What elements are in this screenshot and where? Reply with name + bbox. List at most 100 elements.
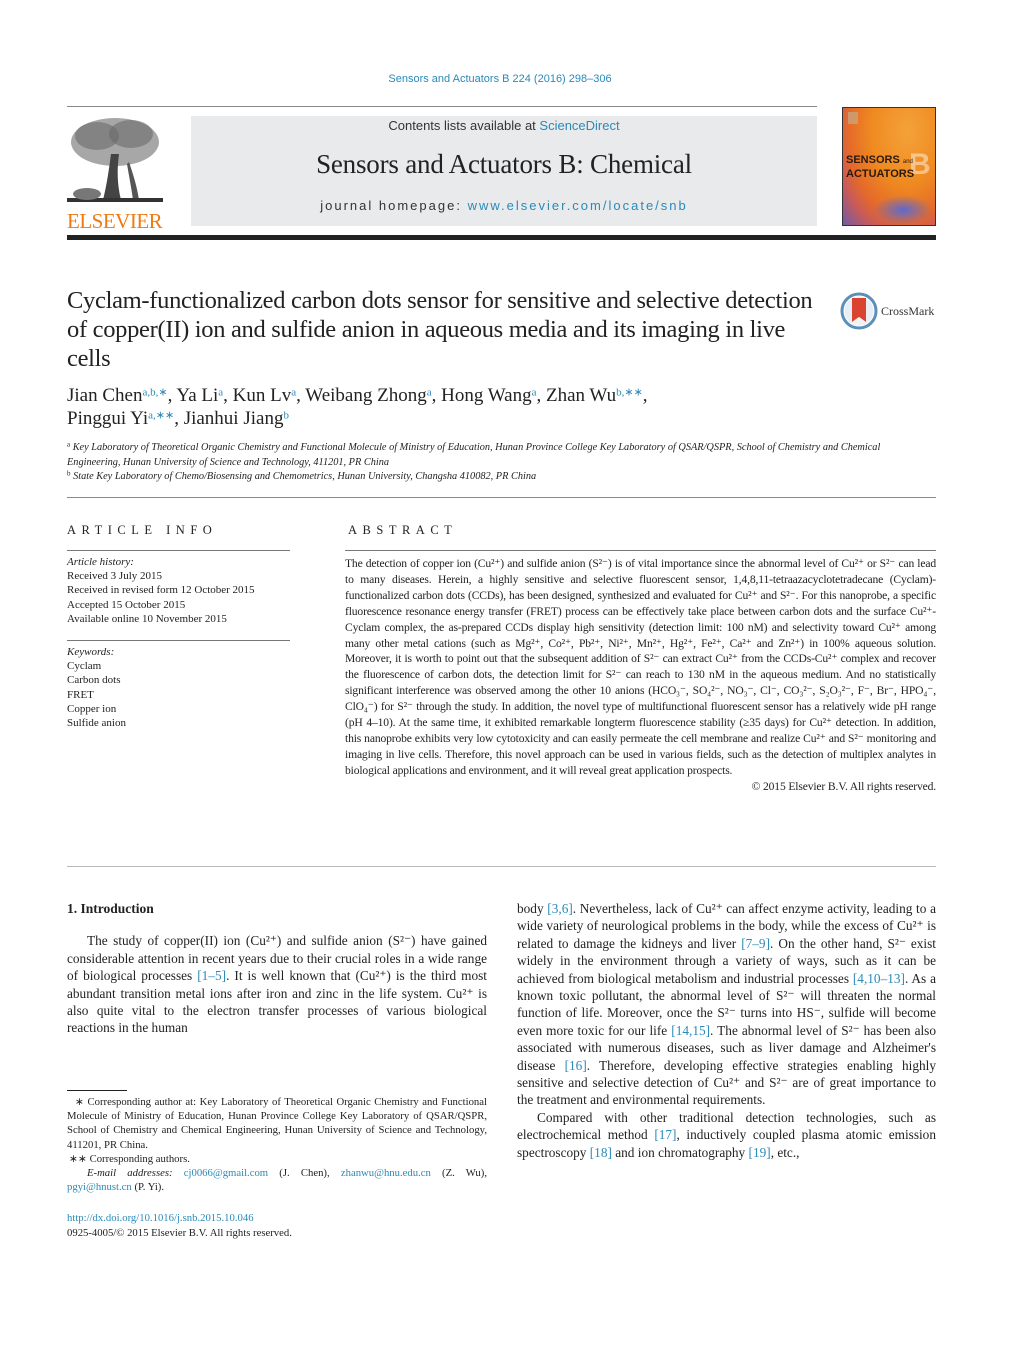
contents-prefix: Contents lists available at [388, 118, 540, 133]
keyword: Cyclam [67, 660, 102, 673]
cover-elsevier-icon [848, 112, 858, 124]
abstract-text: The detection of copper ion (Cu²⁺) and s… [345, 557, 936, 777]
keyword: Sulfide anion [67, 717, 126, 730]
email-label: E-mail addresses: [87, 1167, 184, 1180]
header-thick-rule [67, 235, 936, 240]
email-owner: (P. Yi). [131, 1181, 165, 1194]
journal-reference-link[interactable]: Sensors and Actuators B 224 (2016) 298–3… [0, 73, 1000, 85]
keyword: Carbon dots [67, 674, 121, 687]
article-history-label: Article history: [67, 556, 134, 568]
email-owner: (J. Chen), [268, 1167, 341, 1180]
journal-homepage-link[interactable]: www.elsevier.com/locate/snb [468, 198, 688, 213]
author-affiliation-mark[interactable]: a,∗∗ [148, 410, 174, 422]
cover-line2: ACTUATORS [846, 168, 915, 180]
cover-title: SENSORS and ACTUATORS [846, 154, 914, 180]
email-owner: (Z. Wu), [430, 1167, 488, 1180]
citation-link[interactable]: [1–5] [197, 968, 226, 983]
affiliation-text: Key Laboratory of Theoretical Organic Ch… [67, 442, 881, 468]
author-name[interactable]: Kun Lv [233, 385, 292, 406]
cover-line1: SENSORS [846, 154, 900, 166]
citation-link[interactable]: [7–9] [741, 936, 770, 951]
email-link-chen[interactable]: cj0066@gmail.com [184, 1167, 268, 1179]
homepage-prefix: journal homepage: [320, 198, 468, 213]
author-affiliation-mark[interactable]: a [291, 387, 296, 399]
author-name[interactable]: Jian Chen [67, 385, 142, 406]
citation-link[interactable]: [18] [590, 1145, 612, 1160]
keywords-label: Keywords: [67, 646, 115, 658]
intro-paragraph: The study of copper(II) ion (Cu²⁺) and s… [67, 932, 487, 1036]
abstract-rule [345, 550, 936, 551]
corresponding-authors-note: ∗∗ Corresponding authors. [69, 1152, 190, 1165]
introduction-heading: 1. Introduction [67, 901, 154, 916]
citation-link[interactable]: [14,15] [671, 1023, 710, 1038]
email-addresses: E-mail addresses: cj0066@gmail.com (J. C… [67, 1166, 487, 1194]
author-affiliation-mark[interactable]: a [427, 387, 432, 399]
author-affiliation-mark[interactable]: a [532, 387, 537, 399]
author-name[interactable]: Hong Wang [441, 385, 531, 406]
footnotes: ∗ Corresponding author at: Key Laborator… [67, 1095, 487, 1194]
article-history: Article history: Received 3 July 2015 Re… [67, 555, 297, 626]
author-affiliation-mark[interactable]: b,∗∗ [616, 387, 643, 399]
keywords: Keywords: Cyclam Carbon dots FRET Copper… [67, 645, 297, 730]
crossmark-icon [840, 292, 878, 330]
author-list: Jian Chena,b,∗, Ya Lia, Kun Lva, Weibang… [67, 385, 648, 429]
article-info-rule [67, 550, 290, 551]
citation-link[interactable]: [19] [749, 1145, 771, 1160]
article-title: Cyclam-functionalized carbon dots sensor… [67, 287, 813, 372]
intro-paragraph: body [3,6]. Nevertheless, lack of Cu²⁺ c… [517, 900, 936, 1109]
abstract-copyright: © 2015 Elsevier B.V. All rights reserved… [751, 779, 937, 793]
affiliation-mark: b [67, 469, 71, 478]
paragraph-text: body [517, 901, 548, 916]
author-name[interactable]: Pinggui Yi [67, 408, 148, 429]
author-affiliation-mark[interactable]: a [218, 387, 223, 399]
doi-link[interactable]: http://dx.doi.org/10.1016/j.snb.2015.10.… [67, 1211, 487, 1226]
homepage-line: journal homepage: www.elsevier.com/locat… [191, 198, 817, 213]
affiliation-a: a Key Laboratory of Theoretical Organic … [67, 441, 927, 470]
history-item: Available online 10 November 2015 [67, 612, 227, 625]
cover-decoration [873, 195, 933, 225]
citation-link[interactable]: [3,6] [547, 901, 572, 916]
body-right-column: body [3,6]. Nevertheless, lack of Cu²⁺ c… [517, 900, 936, 1161]
journal-masthead: Contents lists available at ScienceDirec… [191, 116, 817, 226]
keywords-rule [67, 640, 290, 641]
paragraph-text: , etc., [770, 1144, 800, 1160]
abstract: The detection of copper ion (Cu²⁺) and s… [345, 556, 936, 795]
author-name[interactable]: Zhan Wu [546, 385, 616, 406]
doi-block: http://dx.doi.org/10.1016/j.snb.2015.10.… [67, 1211, 487, 1241]
author-affiliation-mark[interactable]: a,b,∗ [142, 387, 167, 399]
journal-cover-image[interactable]: B SENSORS and ACTUATORS [842, 107, 936, 226]
elsevier-logo[interactable]: ELSEVIER [67, 114, 167, 233]
email-link-wu[interactable]: zhanwu@hnu.edu.cn [341, 1167, 431, 1179]
body-rule [67, 866, 936, 867]
author-name[interactable]: Jianhui Jiang [184, 408, 284, 429]
author-name[interactable]: Ya Li [176, 385, 218, 406]
footnote-rule [67, 1090, 127, 1091]
affiliation-mark: a [67, 440, 71, 449]
keyword: FRET [67, 688, 94, 701]
citation-link[interactable]: [4,10–13] [853, 971, 905, 986]
abstract-heading: ABSTRACT [348, 523, 458, 537]
issn-copyright: 0925-4005/© 2015 Elsevier B.V. All right… [67, 1227, 292, 1239]
intro-paragraph: Compared with other traditional detectio… [517, 1109, 936, 1161]
author-name[interactable]: Weibang Zhong [305, 385, 426, 406]
affiliations: a Key Laboratory of Theoretical Organic … [67, 441, 927, 485]
history-item: Received 3 July 2015 [67, 570, 163, 583]
history-item: Accepted 15 October 2015 [67, 598, 186, 611]
citation-link[interactable]: [17] [654, 1127, 676, 1142]
keyword: Copper ion [67, 702, 117, 715]
email-link-yi[interactable]: pgyi@hnust.cn [67, 1181, 132, 1193]
article-info-heading: ARTICLE INFO [67, 523, 218, 537]
crossmark-label: CrossMark [881, 303, 935, 318]
elsevier-wordmark: ELSEVIER [67, 209, 163, 233]
crossmark-button[interactable]: CrossMark [840, 291, 940, 331]
sciencedirect-link[interactable]: ScienceDirect [539, 118, 619, 133]
history-item: Received in revised form 12 October 2015 [67, 584, 255, 597]
corresponding-author-note: ∗ Corresponding author at: Key Laborator… [67, 1096, 487, 1151]
contents-line: Contents lists available at ScienceDirec… [191, 118, 817, 133]
citation-link[interactable]: [16] [565, 1058, 587, 1073]
affiliation-text: State Key Laboratory of Chemo/Biosensing… [73, 471, 537, 482]
section-rule [67, 497, 936, 498]
author-affiliation-mark[interactable]: b [283, 410, 289, 422]
paragraph-text: and ion chromatography [611, 1144, 749, 1160]
body-left-column: 1. Introduction The study of copper(II) … [67, 900, 487, 1037]
